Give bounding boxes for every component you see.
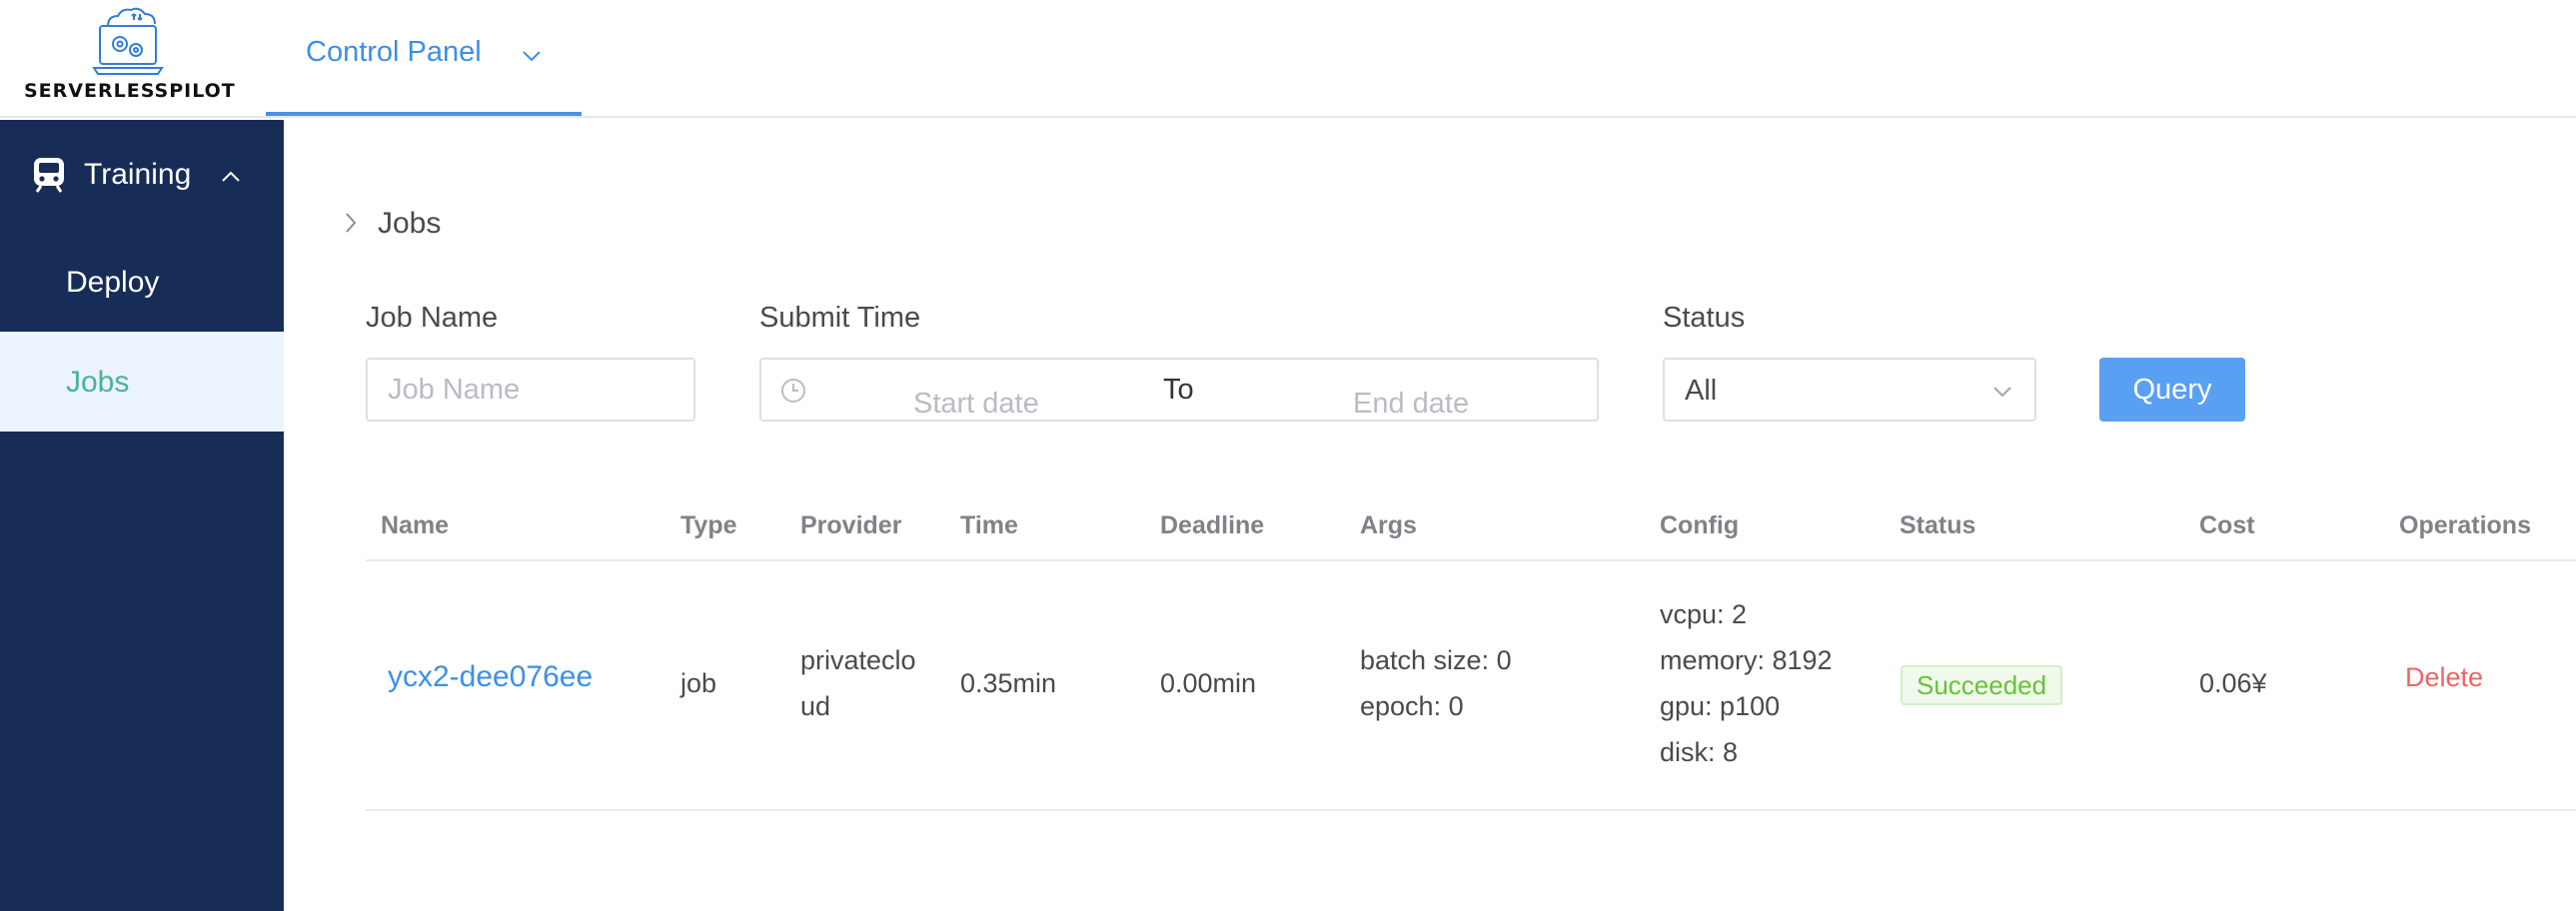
job-args-batch-size: batch size: 0	[1360, 645, 1512, 675]
column-header-provider: Provider	[800, 511, 902, 539]
sidebar: Training Deploy Jobs	[0, 120, 284, 911]
tab-control-panel[interactable]: Control Panel	[266, 0, 582, 116]
sidebar-item-jobs[interactable]: Jobs	[0, 332, 284, 432]
job-time-cell: 0.35min	[960, 668, 1057, 698]
job-args-epoch: epoch: 0	[1360, 691, 1464, 721]
tab-control-panel-label: Control Panel	[306, 36, 482, 68]
job-provider-cell-line: privateclo	[800, 645, 916, 675]
column-header-cost: Cost	[2199, 511, 2255, 539]
status-select[interactable]: All	[1663, 358, 2036, 422]
train-icon	[34, 158, 64, 193]
date-range-separator: To	[1163, 374, 1194, 406]
breadcrumb-current: Jobs	[378, 207, 442, 240]
delete-button[interactable]: Delete	[2405, 662, 2483, 693]
chevron-down-icon	[1993, 387, 2011, 398]
submit-time-label: Submit Time	[759, 302, 921, 334]
app-logo[interactable]: SERVERLESSPILOT	[0, 0, 256, 116]
submit-time-range-picker[interactable]: To	[759, 358, 2168, 434]
status-select-value: All	[1685, 375, 1718, 407]
column-header-name: Name	[381, 511, 450, 539]
chevron-up-icon	[222, 171, 240, 182]
column-header-status: Status	[1900, 511, 1976, 539]
column-header-time: Time	[960, 511, 1018, 539]
clock-icon	[781, 379, 805, 403]
table-header-divider	[366, 559, 2576, 561]
job-config-disk: disk: 8	[1660, 737, 1739, 767]
top-header: SERVERLESSPILOT Control Panel	[0, 0, 2576, 118]
sidebar-item-label: Jobs	[66, 366, 130, 399]
job-deadline-cell: 0.00min	[1160, 668, 1257, 698]
chevron-right-icon	[346, 213, 357, 233]
job-name-field	[366, 358, 695, 422]
job-name-input[interactable]	[368, 360, 693, 420]
query-button[interactable]: Query	[2099, 358, 2245, 422]
table-row-divider	[366, 809, 2576, 811]
column-header-config: Config	[1660, 511, 1740, 539]
job-config-memory: memory: 8192	[1660, 645, 1833, 675]
chevron-down-icon	[523, 51, 541, 62]
job-provider-cell-line: ud	[800, 691, 831, 721]
sidebar-item-deploy[interactable]: Deploy	[0, 232, 284, 332]
sidebar-group-label: Training	[84, 158, 192, 191]
job-cost-cell: 0.06¥	[2199, 668, 2267, 698]
status-badge: Succeeded	[1901, 665, 2063, 705]
job-name-link[interactable]: ycx2-dee076ee	[388, 660, 593, 694]
job-type-cell: job	[680, 668, 717, 698]
column-header-type: Type	[680, 511, 737, 539]
status-label: Status	[1663, 302, 1746, 334]
column-header-operations: Operations	[2399, 511, 2531, 539]
sidebar-group-training[interactable]: Training	[0, 120, 284, 226]
laptop-cloud-gears-icon	[92, 7, 164, 75]
job-config-gpu: gpu: p100	[1660, 691, 1781, 721]
column-header-args: Args	[1360, 511, 1417, 539]
sidebar-item-label: Deploy	[66, 266, 160, 299]
column-header-deadline: Deadline	[1160, 511, 1265, 539]
app-logo-text: SERVERLESSPILOT	[24, 80, 236, 102]
job-name-label: Job Name	[366, 302, 499, 334]
job-config-vcpu: vcpu: 2	[1660, 599, 1748, 629]
